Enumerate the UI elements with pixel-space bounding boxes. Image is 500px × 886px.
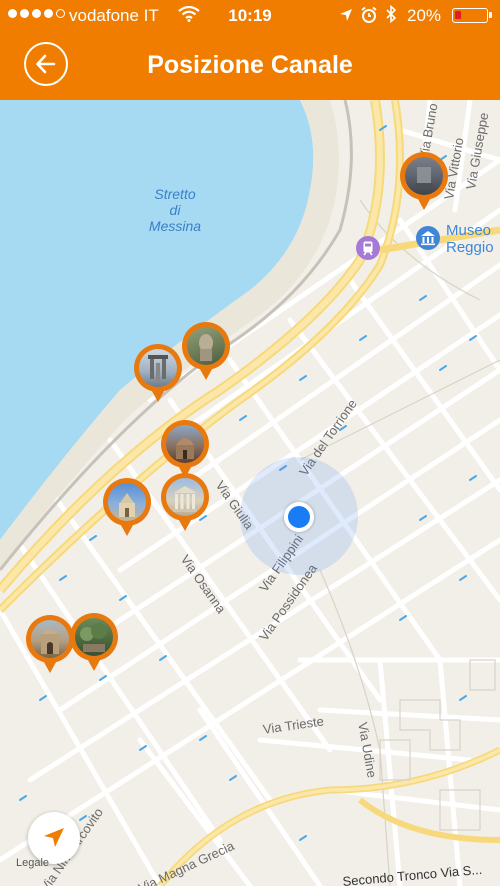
pin-cathedral[interactable] (103, 478, 151, 536)
battery-percent: 20% (407, 6, 442, 25)
pin-classical-building[interactable] (161, 473, 209, 531)
legal-link[interactable]: Legale (16, 857, 49, 869)
nav-bar: Posizione Canale (0, 32, 500, 100)
status-bar: vodafone IT 10:19 20% (0, 0, 500, 32)
map-view[interactable]: Stretto di Messina Via Bruno Via Vittori… (0, 100, 500, 886)
water-label: Stretto di Messina (148, 186, 202, 234)
museum-label[interactable]: Museo Reggio (446, 222, 494, 256)
pin-church-dome[interactable] (161, 420, 209, 478)
train-station-icon[interactable] (356, 236, 380, 260)
page-title: Posizione Canale (147, 51, 353, 79)
pin-pillar-monument[interactable] (134, 344, 182, 402)
pin-garden[interactable] (70, 613, 118, 671)
locate-arrow-icon (44, 828, 64, 847)
pin-statue[interactable] (182, 322, 230, 380)
museum-icon[interactable] (416, 226, 440, 250)
battery-icon (452, 8, 492, 23)
user-location-dot (284, 502, 314, 532)
pin-church-facade[interactable] (26, 615, 74, 673)
alarm-clock-icon (360, 6, 378, 29)
bluetooth-icon (385, 4, 397, 28)
location-arrow-icon (339, 7, 353, 27)
pin-monument[interactable] (400, 152, 448, 210)
